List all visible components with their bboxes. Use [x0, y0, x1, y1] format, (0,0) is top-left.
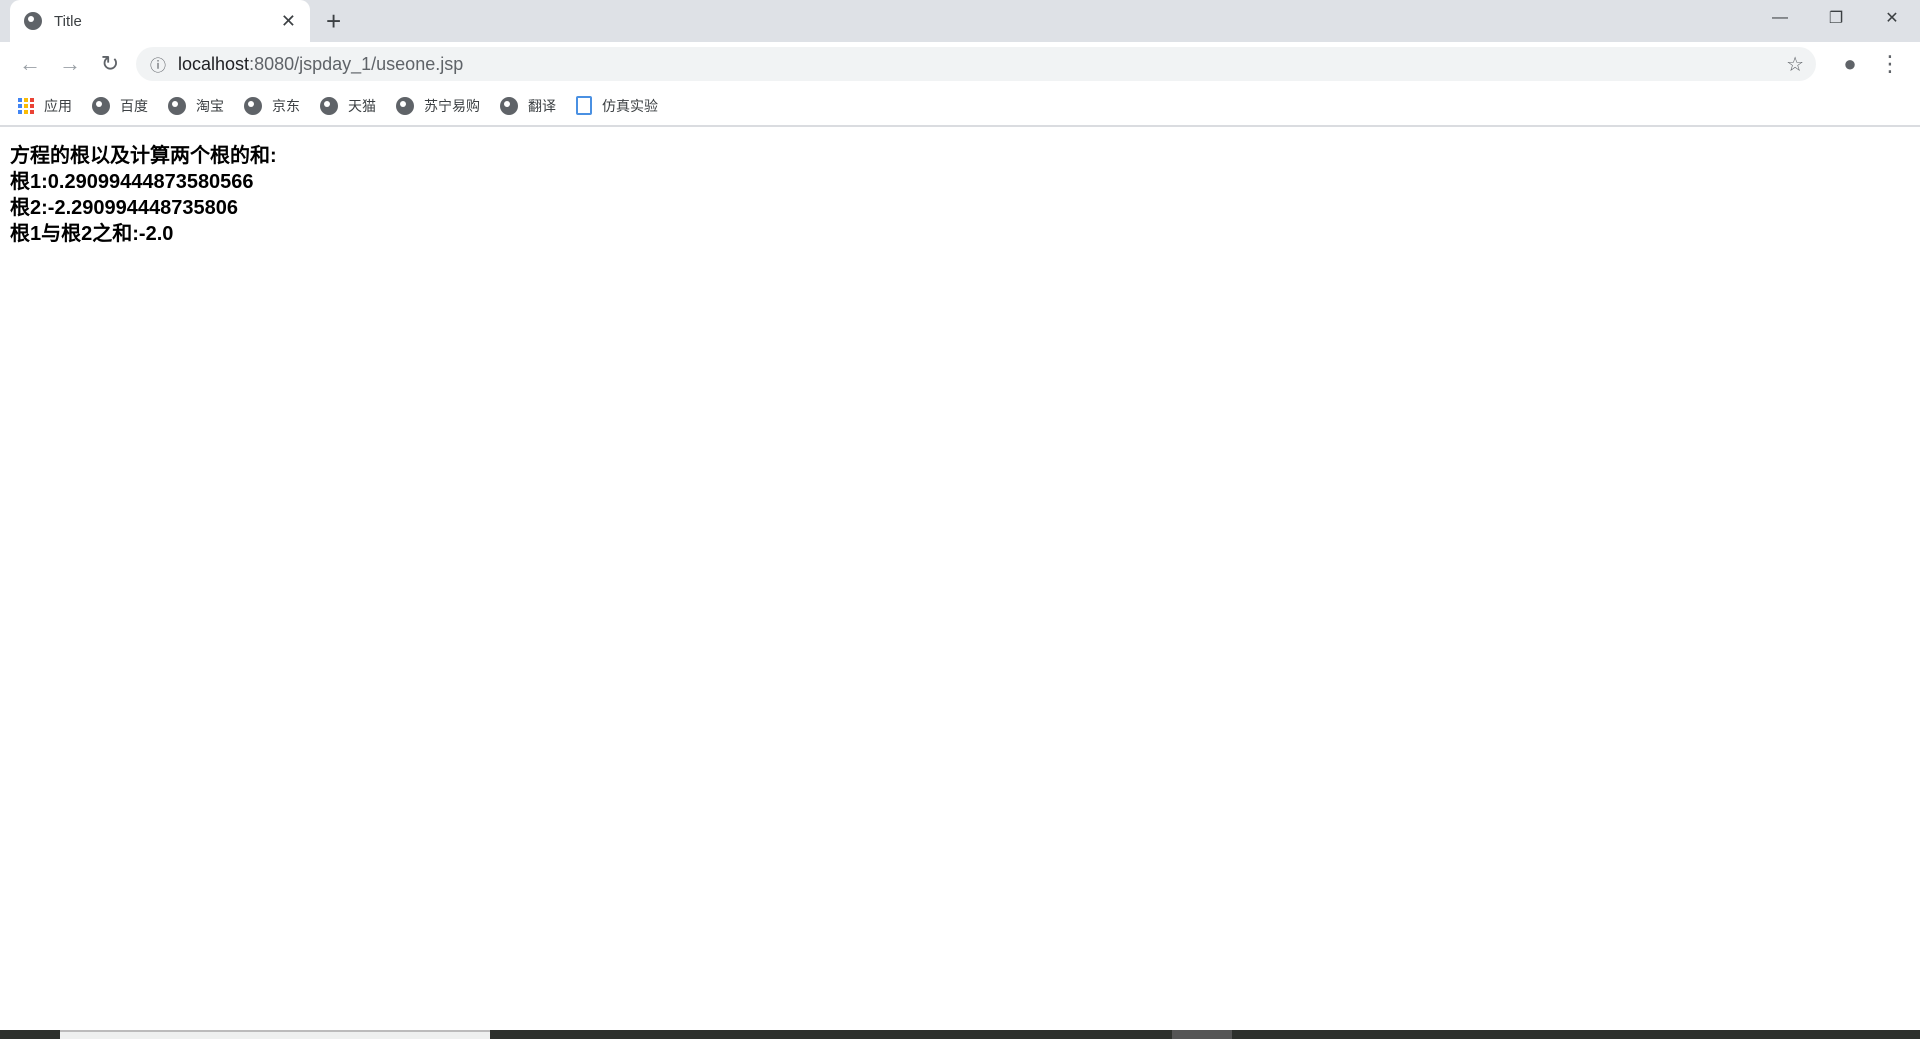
bookmark-label: 应用: [44, 96, 72, 116]
bookmark-taobao[interactable]: 淘宝: [168, 96, 224, 116]
bookmark-label: 百度: [120, 96, 148, 116]
bookmark-label: 仿真实验: [602, 96, 658, 116]
page-content: 方程的根以及计算两个根的和: 根1:0.29099444873580566 根2…: [0, 127, 1920, 263]
bookmark-label: 淘宝: [196, 96, 224, 116]
taskbar-window[interactable]: [60, 1030, 490, 1039]
restore-button[interactable]: ❐: [1808, 0, 1864, 36]
bookmark-star-icon[interactable]: ☆: [1786, 52, 1804, 77]
tab-active[interactable]: Title ✕: [10, 0, 310, 42]
root2-line: 根2:-2.290994448735806: [10, 195, 1910, 221]
heading-line: 方程的根以及计算两个根的和:: [10, 143, 1910, 169]
close-window-button[interactable]: ✕: [1864, 0, 1920, 36]
bookmark-baidu[interactable]: 百度: [92, 96, 148, 116]
globe-icon: [320, 97, 338, 115]
reload-button[interactable]: ↻: [90, 51, 130, 77]
forward-button[interactable]: →: [50, 51, 90, 77]
bookmark-label: 天猫: [348, 96, 376, 116]
tab-strip: Title ✕ + — ❐ ✕: [0, 0, 1920, 42]
globe-icon: [24, 12, 42, 30]
url-host: localhost: [178, 54, 249, 74]
bookmark-label: 苏宁易购: [424, 96, 480, 116]
apps-grid-icon: [18, 98, 34, 114]
globe-icon: [500, 97, 518, 115]
tab-title: Title: [54, 13, 281, 30]
document-icon: [576, 96, 592, 115]
url-path: :8080/jspday_1/useone.jsp: [249, 54, 463, 74]
bookmark-apps[interactable]: 应用: [18, 96, 72, 116]
bookmark-simulation[interactable]: 仿真实验: [576, 96, 658, 116]
bookmark-label: 翻译: [528, 96, 556, 116]
back-button[interactable]: ←: [10, 51, 50, 77]
sum-line: 根1与根2之和:-2.0: [10, 221, 1910, 247]
bookmark-label: 京东: [272, 96, 300, 116]
url-text[interactable]: localhost:8080/jspday_1/useone.jsp: [178, 54, 463, 75]
window-controls: — ❐ ✕: [1752, 0, 1920, 36]
toolbar: ← → ↻ ⓘ localhost:8080/jspday_1/useone.j…: [0, 42, 1920, 86]
profile-icon[interactable]: ●: [1830, 51, 1870, 77]
globe-icon: [396, 97, 414, 115]
new-tab-button[interactable]: +: [326, 6, 341, 37]
info-icon[interactable]: ⓘ: [150, 52, 166, 76]
globe-icon: [92, 97, 110, 115]
bookmarks-bar: 应用 百度 淘宝 京东 天猫 苏宁易购 翻译 仿真实验: [0, 86, 1920, 127]
taskbar: [0, 1030, 1920, 1039]
root1-line: 根1:0.29099444873580566: [10, 169, 1910, 195]
tab-close-button[interactable]: ✕: [281, 11, 296, 32]
bookmark-jd[interactable]: 京东: [244, 96, 300, 116]
minimize-button[interactable]: —: [1752, 0, 1808, 36]
bookmark-suning[interactable]: 苏宁易购: [396, 96, 480, 116]
menu-icon[interactable]: ⋮: [1870, 51, 1910, 77]
bookmark-translate[interactable]: 翻译: [500, 96, 556, 116]
address-bar[interactable]: ⓘ localhost:8080/jspday_1/useone.jsp ☆: [136, 47, 1816, 81]
globe-icon: [244, 97, 262, 115]
globe-icon: [168, 97, 186, 115]
taskbar-item[interactable]: [1172, 1030, 1232, 1039]
bookmark-tmall[interactable]: 天猫: [320, 96, 376, 116]
